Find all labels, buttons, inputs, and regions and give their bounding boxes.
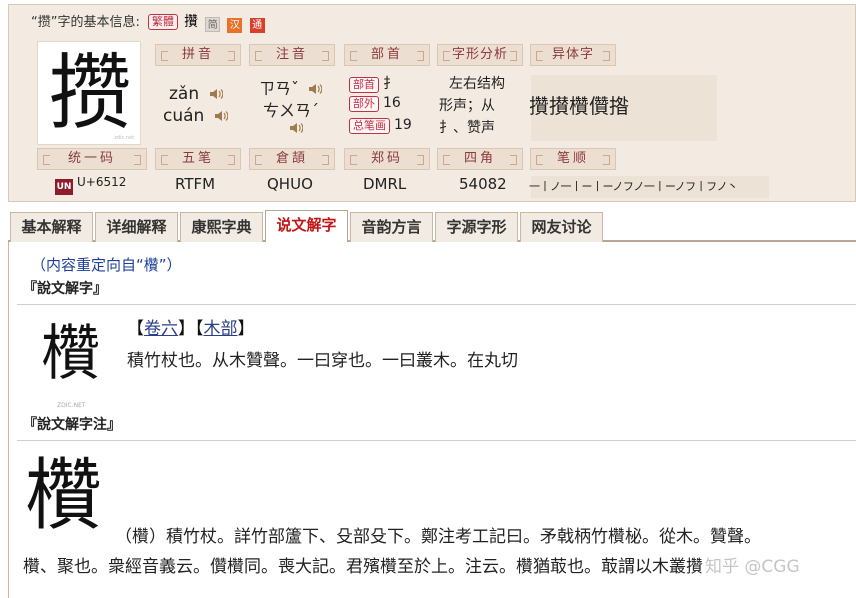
- unicode-value: U+6512: [77, 175, 127, 189]
- tab-bar: 基本解释 详细解释 康熙字典 说文解字 音韵方言 字源字形 网友讨论: [8, 210, 856, 244]
- juan-liu-link[interactable]: 卷六: [144, 319, 178, 339]
- char-info-panel: “攒”字的基本信息: 繁體 攢 简 汉 通 攒 zdic.net 拼音 注音 部…: [8, 4, 856, 202]
- bushou-value[interactable]: 扌: [383, 76, 397, 92]
- shuowen-zhu-title: 『說文解字注』: [23, 417, 121, 433]
- divider: [17, 440, 856, 441]
- big-char: 攒: [48, 46, 131, 141]
- cangjie-value: QHUO: [267, 175, 313, 193]
- speaker-icon[interactable]: [308, 82, 323, 96]
- header-wubi-label: 五笔: [181, 151, 214, 166]
- speaker-icon[interactable]: [289, 121, 303, 135]
- mu-bu-link[interactable]: 木部: [204, 319, 238, 339]
- speaker-icon[interactable]: [209, 87, 223, 101]
- content-panel: （内容重定向自“欑”） 『說文解字』 欑 ZDIC.NET 【卷六】【木部】 積…: [8, 242, 856, 598]
- header-yiti-label: 异体字: [551, 47, 594, 62]
- header-bishun: 笔顺: [530, 148, 616, 170]
- zixing-line-2: 形声；从: [439, 98, 495, 114]
- zhu-seal-image: 欑: [21, 448, 107, 548]
- bracket-mid: 】【: [178, 319, 204, 339]
- buwai-value: 16: [383, 95, 401, 111]
- pinyin-2: cuán: [163, 106, 205, 126]
- traditional-tag[interactable]: 繁體: [148, 14, 178, 30]
- bushou-label: 部首: [349, 77, 379, 93]
- speaker-icon[interactable]: [214, 109, 228, 123]
- header-wubi: 五笔: [155, 148, 241, 170]
- zhengma-value: DMRL: [363, 175, 407, 193]
- buwai-row: 部外 16: [349, 95, 401, 112]
- unicode-cell: UN U+6512: [55, 175, 126, 195]
- bracket-close: 】: [237, 319, 255, 339]
- shuowen-links: 【卷六】【木部】: [127, 314, 255, 339]
- simplified-icon[interactable]: 简: [205, 17, 221, 32]
- shuowen-seal-glyph: 欑: [41, 319, 101, 389]
- unicode-logo-icon[interactable]: UN: [55, 179, 73, 195]
- zongbihua-row: 总笔画 19: [349, 117, 412, 134]
- info-title: “攒”字的基本信息: 繁體 攢 简 汉 通: [31, 11, 265, 33]
- tab-discussion[interactable]: 网友讨论: [520, 212, 603, 242]
- zongbihua-label: 总笔画: [349, 118, 390, 134]
- bishun-value: 一丨ノ一丨ー丨ーノフノ一丨ーノフ丨フノ丶: [529, 180, 738, 193]
- info-title-text: “攒”字的基本信息:: [31, 15, 140, 30]
- traditional-char-link[interactable]: 攢: [184, 14, 198, 30]
- header-tongyi: 统一码: [37, 148, 147, 170]
- buwai-label: 部外: [349, 96, 379, 112]
- zixing-line-1: 左右结构: [449, 76, 505, 92]
- tab-kangxi[interactable]: 康熙字典: [180, 212, 263, 242]
- header-zhengma-label: 郑码: [370, 151, 403, 166]
- big-char-box: 攒 zdic.net: [37, 41, 141, 145]
- tongyong-icon[interactable]: 通: [249, 18, 265, 33]
- header-sijiao-label: 四角: [463, 151, 496, 166]
- zhuyin-row-3: [285, 119, 303, 137]
- header-cangjie-label: 倉頡: [275, 151, 308, 166]
- tab-basic[interactable]: 基本解释: [10, 212, 93, 242]
- bushou-row: 部首扌: [349, 73, 397, 93]
- zixing-line-3: 扌、赞声: [439, 120, 495, 136]
- shuowen-seal-image: 欑 ZDIC.NET: [35, 314, 107, 414]
- header-zhuyin-label: 注音: [275, 47, 308, 62]
- zhuyin-2: ㄘㄨㄢˊ: [263, 101, 320, 120]
- redirect-note: （内容重定向自“欑”）: [31, 256, 182, 274]
- pinyin-zan: zǎn: [169, 84, 223, 104]
- tab-shuowen[interactable]: 说文解字: [265, 210, 348, 244]
- pinyin-cuan: cuán: [163, 106, 228, 126]
- header-zhuyin: 注音: [249, 44, 335, 66]
- header-tongyi-label: 统一码: [67, 151, 116, 166]
- header-pinyin-label: 拼音: [181, 47, 214, 62]
- header-zixing: 字形分析: [437, 44, 523, 66]
- zhuyin-1: ㄗㄢˇ: [259, 79, 300, 98]
- divider: [17, 304, 856, 305]
- pinyin-1: zǎn: [169, 84, 200, 104]
- header-pinyin: 拼音: [155, 44, 241, 66]
- sijiao-value: 54082: [459, 175, 507, 193]
- zhu-text-line-1: （欑）積竹杖。詳竹部籚下、殳部殳下。鄭注考工記曰。矛戟柄竹欑柲。從木。贊聲。: [115, 527, 761, 547]
- shuowen-seal-watermark: ZDIC.NET: [57, 402, 86, 409]
- hanzi-icon[interactable]: 汉: [227, 18, 243, 33]
- zongbihua-value: 19: [394, 117, 412, 133]
- header-yiti: 异体字: [530, 44, 616, 66]
- variant-chars[interactable]: 攢攅欑儹揝: [529, 90, 629, 119]
- header-sijiao: 四角: [437, 148, 523, 170]
- big-char-watermark: zdic.net: [114, 135, 134, 141]
- header-bushou: 部首: [344, 44, 430, 66]
- tab-ziyuan[interactable]: 字源字形: [435, 212, 518, 242]
- zhuyin-row-1: ㄗㄢˇ: [259, 75, 323, 99]
- zhihu-watermark: 知乎 @CGG: [705, 557, 800, 577]
- tab-detailed[interactable]: 详细解释: [95, 212, 178, 242]
- bracket-open: 【: [127, 319, 144, 339]
- shuowen-definition: 積竹杖也。从木贊聲。一曰穿也。一曰叢木。在丸切: [127, 351, 518, 371]
- zhu-seal-glyph: 欑: [24, 451, 103, 541]
- header-bishun-label: 笔顺: [556, 151, 589, 166]
- zhu-text-line-2: 欑、聚也。衆經音義云。儹欑同。喪大記。君殯欑至於上。注云。欑猶菆也。菆謂以木叢攢: [23, 557, 703, 577]
- zhuyin-row-2: ㄘㄨㄢˊ: [263, 97, 319, 121]
- wubi-value: RTFM: [175, 175, 216, 193]
- shuowen-title: 『說文解字』: [23, 281, 107, 297]
- tab-yinyun[interactable]: 音韵方言: [350, 212, 433, 242]
- header-zhengma: 郑码: [344, 148, 430, 170]
- header-zixing-label: 字形分析: [451, 47, 508, 62]
- header-bushou-label: 部首: [370, 47, 403, 62]
- header-cangjie: 倉頡: [249, 148, 335, 170]
